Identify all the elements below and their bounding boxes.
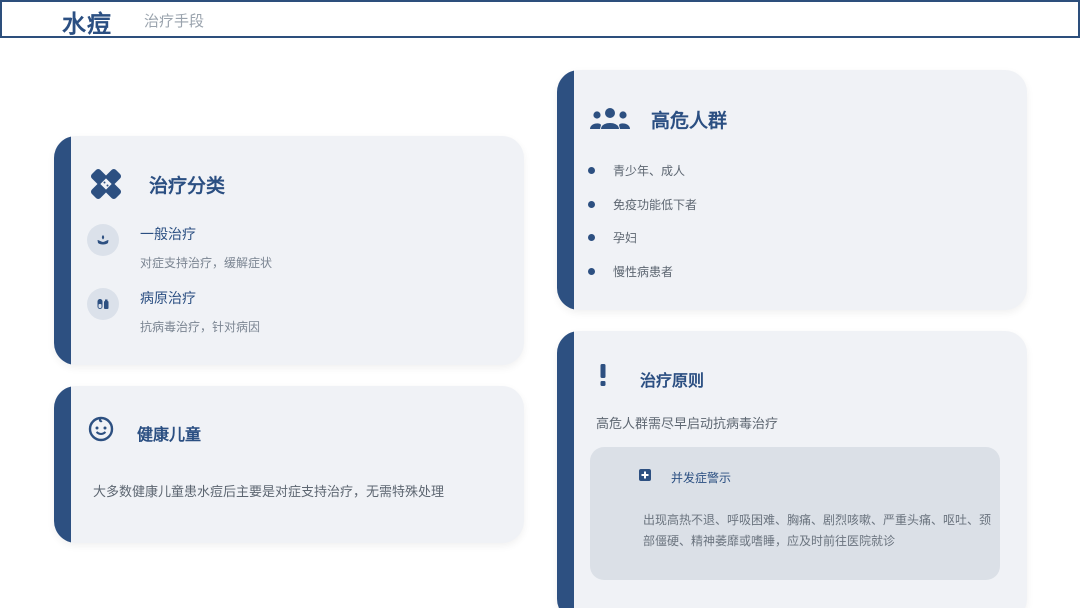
list-item: 免疫功能低下者 <box>588 196 697 230</box>
pills-icon <box>87 288 119 320</box>
list-item: 一般治疗 对症支持治疗，缓解症状 <box>87 224 487 284</box>
bullet-dot <box>588 200 595 208</box>
risk-title: 高危人群 <box>651 110 728 132</box>
list-item: 病原治疗 抗病毒治疗，针对病因 <box>87 288 487 348</box>
bullet-dot <box>588 234 595 242</box>
page-subtitle: 治疗手段 <box>144 12 205 30</box>
treatment-card: 治疗分类 一般治疗 对症支持治疗，缓解症状 病原治疗 抗病毒治疗，针对病因 <box>54 136 524 365</box>
item-desc: 抗病毒治疗，针对病因 <box>140 320 261 334</box>
bullet-dot <box>588 267 595 275</box>
medical-plus-icon <box>639 469 651 481</box>
risk-list: 青少年、成人 免疫功能低下者 孕妇 慢性病患者 <box>588 162 697 296</box>
children-text: 大多数健康儿童患水痘后主要是对症支持治疗，无需特殊处理 <box>93 485 445 500</box>
list-item: 青少年、成人 <box>588 162 697 196</box>
users-group-icon <box>590 108 630 129</box>
treatment-title: 治疗分类 <box>149 175 226 197</box>
exclamation-icon <box>600 364 606 386</box>
item-name: 一般治疗 <box>140 227 196 243</box>
principle-title: 治疗原则 <box>640 371 705 390</box>
page-title: 水痘 <box>62 10 112 38</box>
item-name: 病原治疗 <box>140 291 196 307</box>
warning-title: 并发症警示 <box>671 471 732 485</box>
warning-text: 出现高热不退、呼吸困难、胸痛、剧烈咳嗽、严重头痛、呕吐、颈部僵硬、精神萎靡或嗜睡… <box>643 513 992 548</box>
children-title: 健康儿童 <box>137 425 202 444</box>
title-bar: 水痘 治疗手段 <box>0 0 1080 38</box>
bandage-icon <box>90 168 122 200</box>
bullet-dot <box>588 167 595 174</box>
children-card: 健康儿童 大多数健康儿童患水痘后主要是对症支持治疗，无需特殊处理 <box>54 386 524 543</box>
baby-face-icon <box>88 416 114 442</box>
risk-item-label: 慢性病患者 <box>613 264 674 279</box>
hand-care-icon <box>87 224 119 256</box>
risk-card: 高危人群 青少年、成人 免疫功能低下者 孕妇 慢性病患者 <box>557 70 1027 310</box>
principle-card: 治疗原则 高危人群需尽早启动抗病毒治疗 并发症警示 出现高热不退、呼吸困难、胸痛… <box>557 331 1027 608</box>
list-item: 孕妇 <box>588 229 697 263</box>
risk-item-label: 免疫功能低下者 <box>613 197 698 212</box>
complication-warning: 并发症警示 出现高热不退、呼吸困难、胸痛、剧烈咳嗽、严重头痛、呕吐、颈部僵硬、精… <box>590 447 1000 580</box>
principle-text: 高危人群需尽早启动抗病毒治疗 <box>596 417 779 432</box>
risk-item-label: 孕妇 <box>613 231 638 246</box>
list-item: 慢性病患者 <box>588 263 697 297</box>
item-desc: 对症支持治疗，缓解症状 <box>140 256 273 270</box>
risk-item-label: 青少年、成人 <box>613 164 686 178</box>
